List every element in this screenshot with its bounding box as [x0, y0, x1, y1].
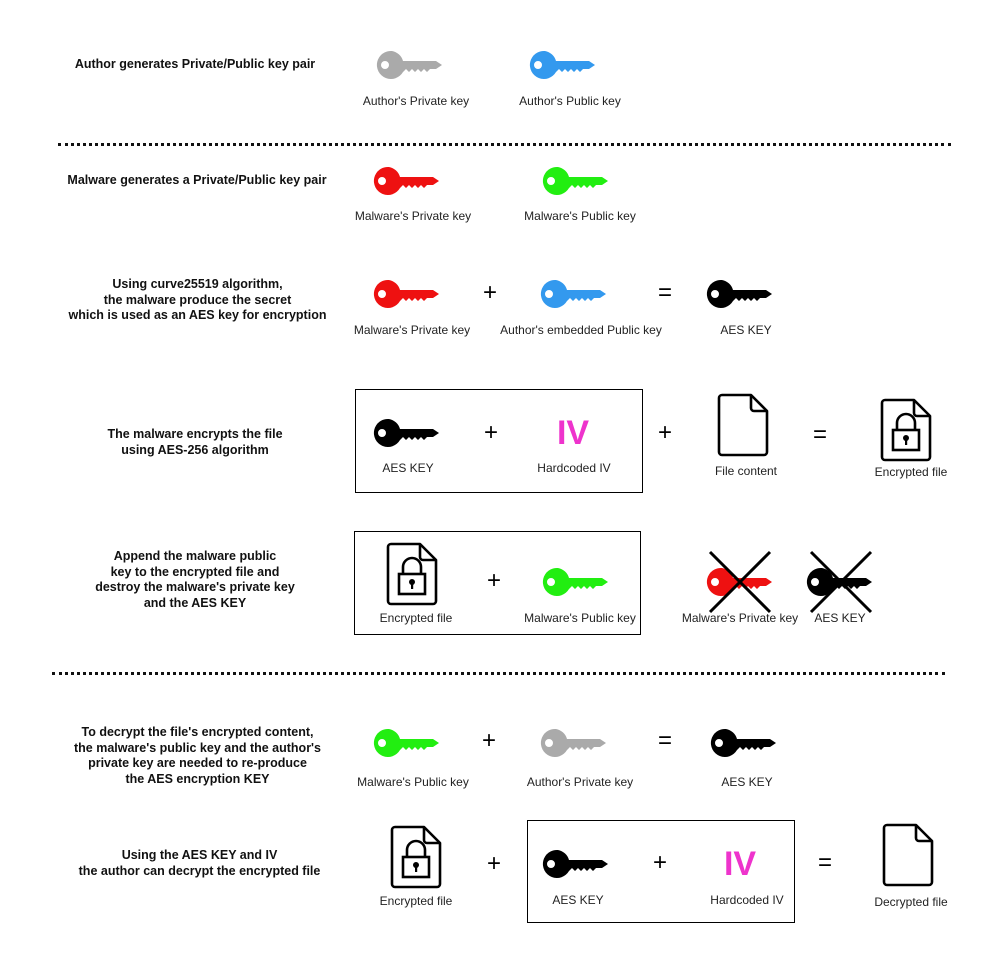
encrypted-file-label: Encrypted file: [874, 465, 948, 479]
author-private-key-icon: [540, 727, 608, 759]
plus-operator: +: [482, 279, 498, 306]
destroyed-cross-icon: [809, 550, 873, 614]
malware-private-key-label: Malware's Private key: [354, 209, 472, 223]
plus-operator: +: [483, 419, 499, 446]
encrypted-file-icon: [879, 397, 933, 463]
step-1-description: Author generates Private/Public key pair: [74, 57, 316, 71]
equals-operator: =: [657, 279, 673, 306]
plus-operator: +: [486, 850, 502, 877]
step-7-description: Using the AES KEY and IV the author can …: [78, 848, 321, 878]
plus-operator: +: [486, 567, 502, 594]
encrypted-file-icon: [389, 824, 443, 890]
plus-operator: +: [481, 727, 497, 754]
decrypted-file-label: Decrypted file: [874, 895, 948, 909]
author-public-key-icon: [540, 278, 608, 310]
iv-symbol: IV: [556, 414, 590, 452]
aes-key-icon: [373, 417, 441, 449]
malware-public-key-label: Malware's Public key: [524, 611, 636, 625]
aes-key-label: AES KEY: [382, 461, 434, 475]
malware-private-key-label: Malware's Private key: [353, 323, 471, 337]
plus-operator: +: [652, 849, 668, 876]
step-5-description: Append the malware public key to the enc…: [95, 549, 295, 610]
step-2-description: Malware generates a Private/Public key p…: [67, 173, 327, 187]
malware-public-key-icon: [542, 165, 610, 197]
author-private-key-icon: [376, 49, 444, 81]
encrypted-file-label: Encrypted file: [379, 611, 453, 625]
aes-key-icon: [710, 727, 778, 759]
aes-key-label: AES KEY: [720, 323, 772, 337]
file-icon: [716, 392, 770, 458]
malware-public-key-label: Malware's Public key: [357, 775, 469, 789]
equals-operator: =: [657, 727, 673, 754]
step-3-description: Using curve25519 algorithm, the malware …: [68, 277, 327, 322]
iv-symbol: IV: [723, 845, 757, 883]
malware-public-key-icon: [373, 727, 441, 759]
malware-public-key-icon: [542, 566, 610, 598]
encrypted-file-label: Encrypted file: [379, 894, 453, 908]
decrypted-file-icon: [881, 822, 935, 888]
author-public-key-icon: [529, 49, 597, 81]
aes-key-icon: [706, 278, 774, 310]
malware-private-key-icon: [373, 278, 441, 310]
section-divider: [58, 143, 951, 146]
malware-public-key-label: Malware's Public key: [524, 209, 636, 223]
destroyed-cross-icon: [708, 550, 772, 614]
aes-key-label: AES KEY: [814, 611, 866, 625]
author-private-key-label: Author's Private key: [526, 775, 634, 789]
author-embedded-public-key-label: Author's embedded Public key: [500, 323, 662, 337]
author-public-key-label: Author's Public key: [519, 94, 621, 108]
equals-operator: =: [817, 849, 833, 876]
malware-private-key-icon: [373, 165, 441, 197]
plus-operator: +: [657, 419, 673, 446]
malware-private-key-label: Malware's Private key: [681, 611, 799, 625]
aes-key-icon: [542, 848, 610, 880]
hardcoded-iv-label: Hardcoded IV: [537, 461, 611, 475]
file-content-label: File content: [714, 464, 778, 478]
aes-key-label: AES KEY: [721, 775, 773, 789]
author-private-key-label: Author's Private key: [362, 94, 470, 108]
aes-key-label: AES KEY: [552, 893, 604, 907]
step-4-description: The malware encrypts the file using AES-…: [107, 427, 283, 457]
section-divider: [52, 672, 945, 675]
step-6-description: To decrypt the file's encrypted content,…: [74, 725, 321, 786]
equals-operator: =: [812, 421, 828, 448]
hardcoded-iv-label: Hardcoded IV: [710, 893, 784, 907]
encrypted-file-icon: [385, 541, 439, 607]
